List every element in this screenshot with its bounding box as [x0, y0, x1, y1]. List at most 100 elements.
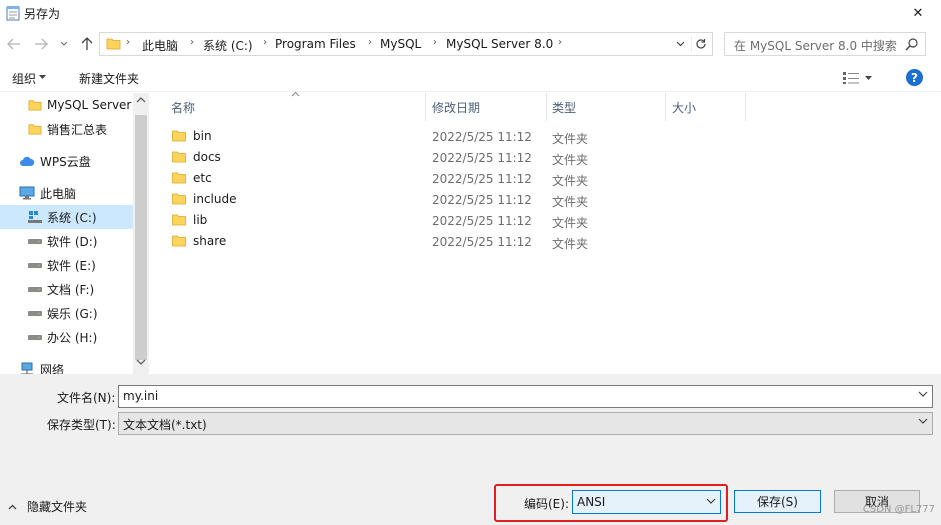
scrollbar-thumb[interactable]: [135, 115, 147, 360]
breadcrumb-mysql[interactable]: MySQL: [380, 37, 421, 51]
breadcrumb-this-pc[interactable]: 此电脑: [142, 37, 178, 54]
back-button[interactable]: [6, 36, 22, 52]
file-row[interactable]: bin 2022/5/25 11:12 文件夹: [150, 126, 941, 147]
breadcrumb-separator: ›: [263, 37, 267, 48]
file-row[interactable]: lib 2022/5/25 11:12 文件夹: [150, 210, 941, 231]
nav-item-mysql-server[interactable]: MySQL Server: [0, 93, 133, 117]
arrow-up-icon: [81, 37, 93, 50]
help-icon[interactable]: ?: [906, 69, 923, 86]
folder-icon: [172, 130, 186, 142]
new-folder-button[interactable]: 新建文件夹: [79, 70, 139, 87]
folder-icon: [172, 235, 186, 247]
chevron-down-icon[interactable]: [918, 418, 928, 424]
up-button[interactable]: [79, 36, 95, 52]
folder-icon: [172, 193, 186, 205]
search-icon: [905, 37, 919, 51]
breadcrumb-separator: ›: [433, 37, 437, 48]
command-bar: 组织 新建文件夹 ?: [0, 64, 941, 92]
nav-item-drive-f[interactable]: 文档 (F:): [0, 277, 133, 301]
nav-item-label: 销售汇总表: [47, 122, 108, 137]
arrow-left-icon: [7, 38, 20, 50]
save-button[interactable]: 保存(S): [734, 490, 821, 513]
file-row[interactable]: share 2022/5/25 11:12 文件夹: [150, 231, 941, 252]
search-placeholder: 在 MySQL Server 8.0 中搜索: [734, 39, 897, 53]
file-row[interactable]: include 2022/5/25 11:12 文件夹: [150, 189, 941, 210]
nav-item-label: 网络: [40, 362, 65, 375]
folder-icon: [172, 172, 186, 184]
details-view-icon: [843, 72, 859, 84]
chevron-down-icon[interactable]: [706, 498, 716, 504]
file-type: 文件夹: [552, 195, 589, 209]
file-name: etc: [193, 170, 212, 185]
encoding-value: ANSI: [577, 495, 606, 509]
chevron-up-icon: [8, 504, 17, 509]
refresh-button[interactable]: [691, 36, 709, 52]
filetype-label: 保存类型(T):: [47, 418, 116, 432]
cloud-icon: [20, 156, 35, 166]
title-bar: 另存为 ✕: [0, 0, 941, 26]
nav-item-label: 此电脑: [40, 186, 77, 201]
forward-button[interactable]: [33, 36, 49, 52]
breadcrumb-separator: ›: [558, 37, 562, 48]
nav-item-network[interactable]: 网络: [0, 357, 133, 374]
column-header-type[interactable]: 类型: [531, 93, 666, 121]
breadcrumb-program-files[interactable]: Program Files: [275, 37, 356, 51]
encoding-label: 编码(E):: [524, 497, 569, 511]
drive-icon: [28, 311, 42, 316]
nav-item-drive-h[interactable]: 办公 (H:): [0, 325, 133, 349]
address-history-dropdown[interactable]: [672, 36, 688, 52]
navigation-row: › 此电脑 › 系统 (C:) › Program Files › MySQL …: [0, 30, 941, 58]
nav-item-label: 系统 (C:): [47, 210, 97, 225]
chevron-down-icon[interactable]: [918, 391, 928, 397]
chevron-down-icon: [865, 75, 872, 80]
folder-icon: [28, 100, 42, 111]
folder-icon: [106, 36, 121, 51]
nav-item-drive-g[interactable]: 娱乐 (G:): [0, 301, 133, 325]
file-type: 文件夹: [552, 174, 589, 188]
nav-item-sales-summary[interactable]: 销售汇总表: [0, 117, 133, 141]
filename-value: my.ini: [123, 389, 159, 403]
filename-input[interactable]: my.ini: [118, 385, 933, 408]
nav-item-label: 软件 (D:): [47, 234, 98, 249]
nav-item-label: 软件 (E:): [47, 258, 96, 273]
drive-icon: [28, 263, 42, 268]
file-name: share: [193, 233, 227, 248]
hide-folders-toggle[interactable]: 隐藏文件夹: [8, 498, 87, 515]
encoding-select[interactable]: ANSI: [572, 490, 721, 514]
chevron-down-icon: [676, 41, 684, 47]
file-date: 2022/5/25 11:12: [432, 151, 532, 165]
breadcrumb-drive-c[interactable]: 系统 (C:): [203, 37, 253, 54]
close-button[interactable]: ✕: [895, 0, 941, 26]
breadcrumb-mysql-server[interactable]: MySQL Server 8.0: [446, 37, 553, 51]
search-input[interactable]: 在 MySQL Server 8.0 中搜索: [724, 32, 926, 56]
column-header-date[interactable]: 修改日期: [411, 93, 547, 121]
change-view-button[interactable]: [843, 70, 881, 86]
nav-scrollbar[interactable]: [133, 93, 149, 374]
file-date: 2022/5/25 11:12: [432, 193, 532, 207]
chevron-down-icon[interactable]: [136, 359, 146, 365]
file-row[interactable]: etc 2022/5/25 11:12 文件夹: [150, 168, 941, 189]
nav-item-drive-d[interactable]: 软件 (D:): [0, 229, 133, 253]
windows-drive-icon: [28, 211, 42, 223]
notepad-icon: [6, 5, 20, 21]
window-title: 另存为: [24, 7, 61, 21]
nav-item-label: MySQL Server: [47, 98, 132, 112]
chevron-down-icon: [39, 75, 46, 80]
file-row[interactable]: docs 2022/5/25 11:12 文件夹: [150, 147, 941, 168]
recent-locations-button[interactable]: [58, 36, 70, 52]
watermark: CSDN @FL777: [862, 504, 935, 515]
nav-item-this-pc[interactable]: 此电脑: [0, 181, 133, 205]
address-bar[interactable]: › 此电脑 › 系统 (C:) › Program Files › MySQL …: [99, 32, 713, 56]
nav-item-drive-e[interactable]: 软件 (E:): [0, 253, 133, 277]
nav-item-label: 娱乐 (G:): [47, 306, 98, 321]
file-type: 文件夹: [552, 153, 589, 167]
organize-button[interactable]: 组织: [12, 70, 36, 87]
column-header-size[interactable]: 大小: [651, 93, 746, 121]
nav-item-wps-cloud[interactable]: WPS云盘: [0, 149, 133, 173]
nav-item-drive-c[interactable]: 系统 (C:): [0, 205, 133, 229]
chevron-up-icon[interactable]: [136, 97, 146, 103]
filetype-select[interactable]: 文本文档(*.txt): [118, 412, 933, 435]
drive-icon: [28, 335, 42, 340]
folder-icon: [172, 214, 186, 226]
column-header-name[interactable]: 名称: [150, 93, 426, 121]
